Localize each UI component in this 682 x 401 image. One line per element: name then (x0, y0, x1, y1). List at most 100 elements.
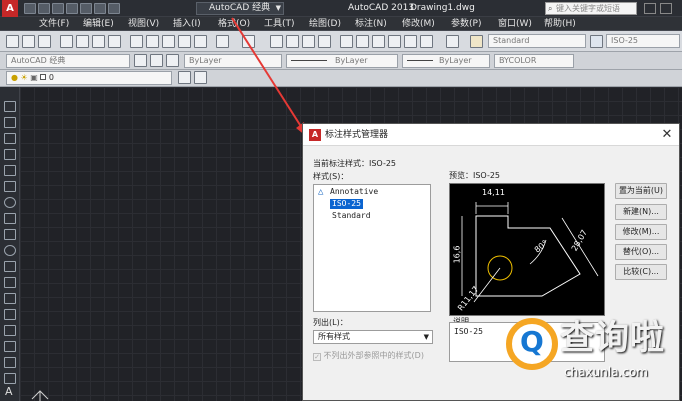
paste-icon[interactable] (162, 35, 175, 48)
help-search-input[interactable]: ⌕ 键入关键字或短语 (545, 2, 637, 15)
undo-icon[interactable] (94, 3, 106, 14)
dimension-style-combo[interactable]: ISO-25 (606, 34, 680, 48)
annotative-icon: △ (318, 187, 324, 197)
plot-icon[interactable] (80, 3, 92, 14)
save-icon[interactable] (38, 35, 51, 48)
gradient-icon[interactable] (4, 341, 16, 352)
polyline-icon[interactable] (4, 133, 16, 144)
menu-modify[interactable]: 修改(M) (402, 18, 435, 30)
design-center-icon[interactable] (356, 35, 369, 48)
compare-button[interactable]: 比较(C)... (615, 264, 667, 280)
hatch-icon[interactable] (4, 325, 16, 336)
block-editor-icon[interactable] (194, 35, 207, 48)
layer-properties-icon[interactable] (166, 54, 179, 67)
print-preview-icon[interactable] (76, 35, 89, 48)
new-file-icon[interactable] (24, 3, 36, 14)
open-icon[interactable] (22, 35, 35, 48)
autocad-logo-icon[interactable]: A (2, 0, 18, 17)
save-icon[interactable] (52, 3, 64, 14)
text-style-combo[interactable]: Standard (488, 34, 586, 48)
menu-format[interactable]: 格式(O) (218, 18, 250, 30)
sheet-set-icon[interactable] (388, 35, 401, 48)
watermark-logo-letter: Q (520, 325, 544, 358)
quick-access-toolbar (24, 0, 122, 14)
linetype-combo[interactable]: ByLayer (286, 54, 398, 68)
copy-icon[interactable] (146, 35, 159, 48)
undo-icon[interactable] (216, 35, 229, 48)
preview-pane: 14,11 16,6 28,07 80° R11,17 (449, 183, 605, 316)
menu-tools[interactable]: 工具(T) (264, 18, 295, 30)
pan-icon[interactable] (270, 35, 283, 48)
region-icon[interactable] (4, 357, 16, 368)
lineweight-combo[interactable]: ByLayer (402, 54, 490, 68)
publish-icon[interactable] (92, 35, 105, 48)
styles-listbox[interactable]: △ Annotative ISO-25 Standard (313, 184, 431, 312)
exclude-xref-checkbox[interactable]: ✓ (313, 353, 321, 361)
markup-icon[interactable] (404, 35, 417, 48)
layer-previous-icon[interactable] (194, 71, 207, 84)
menu-file[interactable]: 文件(F) (39, 18, 69, 30)
tool-palettes-icon[interactable] (372, 35, 385, 48)
print-icon[interactable] (60, 35, 73, 48)
list-item[interactable]: Standard (332, 211, 371, 221)
insert-block-icon[interactable] (4, 277, 16, 288)
make-current-layer-icon[interactable] (178, 71, 191, 84)
menu-draw[interactable]: 绘图(D) (309, 18, 341, 30)
plotstyle-combo[interactable]: BYCOLOR (494, 54, 574, 68)
menu-view[interactable]: 视图(V) (128, 18, 159, 30)
workspace-settings-icon[interactable] (134, 54, 147, 67)
modify-button[interactable]: 修改(M)... (615, 224, 667, 240)
list-item-selected[interactable]: ISO-25 (330, 199, 363, 209)
menu-window[interactable]: 窗口(W) (498, 18, 532, 30)
make-block-icon[interactable] (4, 293, 16, 304)
polygon-icon[interactable] (4, 149, 16, 160)
3d-print-icon[interactable] (108, 35, 121, 48)
circle-icon[interactable] (4, 197, 16, 208)
cut-icon[interactable] (130, 35, 143, 48)
color-combo[interactable]: ByLayer (184, 54, 282, 68)
workspace-combo[interactable]: AutoCAD 经典 ▼ (196, 2, 284, 15)
zoom-window-icon[interactable] (302, 35, 315, 48)
list-select[interactable]: 所有样式 ▼ (313, 330, 433, 344)
layer-combo[interactable]: ● ☀ ▣ 0 (6, 71, 172, 85)
rectangle-icon[interactable] (4, 165, 16, 176)
revcloud-icon[interactable] (4, 213, 16, 224)
plotstyle-value: BYCOLOR (499, 56, 537, 65)
list-item[interactable]: △ Annotative (318, 187, 378, 197)
ellipse-icon[interactable] (4, 245, 16, 256)
table-icon[interactable] (4, 373, 16, 384)
save-as-icon[interactable] (66, 3, 78, 14)
properties-icon[interactable] (340, 35, 353, 48)
new-icon[interactable] (6, 35, 19, 48)
redo-icon[interactable] (108, 3, 120, 14)
menu-parametric[interactable]: 参数(P) (451, 18, 481, 30)
menu-insert[interactable]: 插入(I) (173, 18, 201, 30)
new-button[interactable]: 新建(N)... (615, 204, 667, 220)
menu-help[interactable]: 帮助(H) (544, 18, 576, 30)
exclude-xref-row[interactable]: ✓ 不列出外部参照中的样式(D) (313, 350, 424, 361)
set-current-button[interactable]: 置为当前(U) (615, 183, 667, 199)
arc-icon[interactable] (4, 181, 16, 192)
quickcalc-icon[interactable] (420, 35, 433, 48)
redo-icon[interactable] (242, 35, 255, 48)
override-button[interactable]: 替代(O)... (615, 244, 667, 260)
spline-icon[interactable] (4, 229, 16, 240)
match-properties-icon[interactable] (178, 35, 191, 48)
current-style-label: 当前标注样式：ISO-25 (313, 159, 397, 168)
open-file-icon[interactable] (38, 3, 50, 14)
menu-edit[interactable]: 编辑(E) (83, 18, 114, 30)
line-icon[interactable] (4, 101, 16, 112)
point-icon[interactable] (4, 309, 16, 320)
ellipse-arc-icon[interactable] (4, 261, 16, 272)
zoom-realtime-icon[interactable] (286, 35, 299, 48)
exchange-icon[interactable] (660, 3, 672, 14)
help-icon[interactable] (446, 35, 459, 48)
menu-dimension[interactable]: 标注(N) (355, 18, 387, 30)
close-icon[interactable]: ✕ (659, 127, 675, 143)
construction-line-icon[interactable] (4, 117, 16, 128)
multiline-text-icon[interactable]: A (5, 385, 13, 398)
user-icon[interactable] (644, 3, 656, 14)
workspace-save-icon[interactable] (150, 54, 163, 67)
workspace-dropdown[interactable]: AutoCAD 经典 (6, 54, 130, 68)
zoom-previous-icon[interactable] (318, 35, 331, 48)
